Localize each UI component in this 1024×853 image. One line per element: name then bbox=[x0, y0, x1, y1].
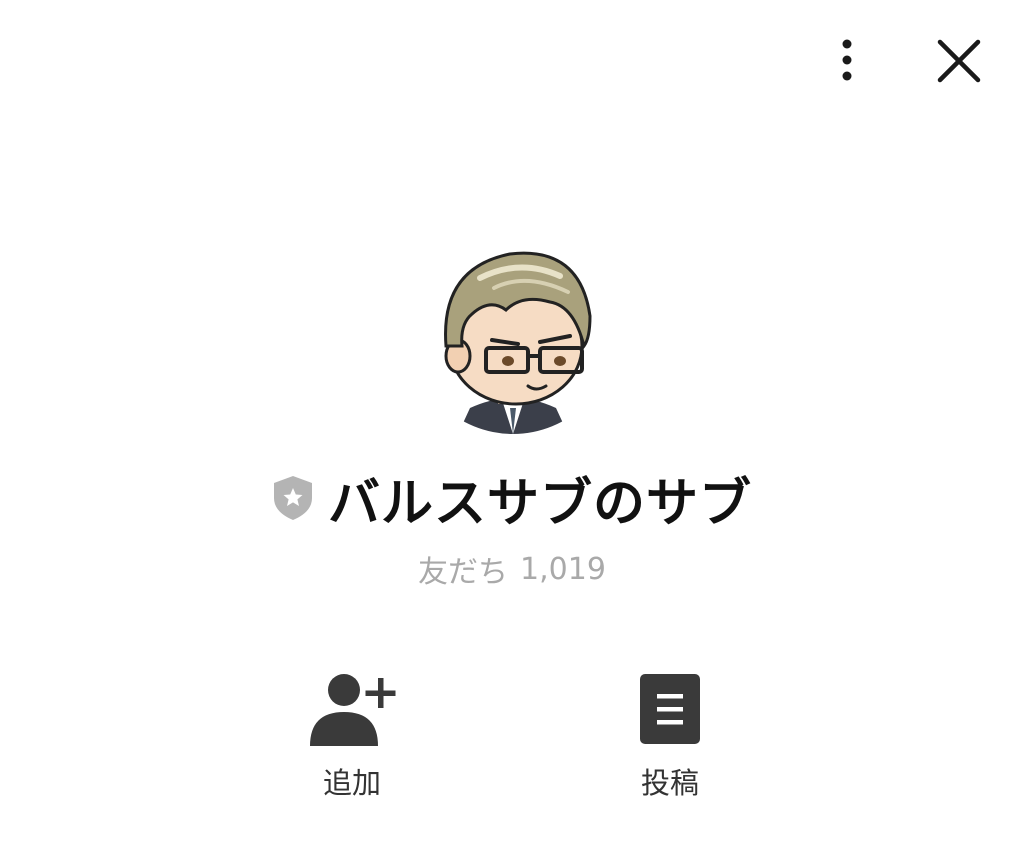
avatar[interactable] bbox=[410, 228, 616, 434]
avatar-illustration bbox=[410, 228, 616, 434]
more-options-button[interactable] bbox=[822, 34, 872, 88]
add-friend-button[interactable]: 追加 bbox=[262, 668, 442, 808]
close-button[interactable] bbox=[928, 32, 990, 90]
add-friend-icon-wrap bbox=[308, 668, 396, 746]
vertical-dots-icon bbox=[842, 39, 852, 81]
post-label: 投稿 bbox=[640, 766, 699, 800]
post-document-icon bbox=[640, 674, 700, 744]
add-friend-icon bbox=[310, 674, 396, 746]
post-button[interactable]: 投稿 bbox=[580, 668, 760, 808]
post-icon-wrap bbox=[638, 668, 702, 746]
friends-label: 友だち bbox=[418, 555, 509, 590]
add-friend-label: 追加 bbox=[322, 766, 381, 800]
account-name: バルスサブのサブ bbox=[327, 473, 752, 534]
top-bar bbox=[0, 0, 1024, 120]
profile-screen: バルスサブのサブ 友だち 1,019 追加 投稿 bbox=[0, 0, 1024, 853]
close-x-icon bbox=[937, 39, 981, 83]
friends-count-row: 友だち 1,019 bbox=[0, 546, 1024, 592]
friends-count: 1,019 bbox=[520, 551, 606, 587]
shield-star-icon bbox=[273, 476, 312, 520]
account-name-row: バルスサブのサブ bbox=[0, 460, 1024, 536]
